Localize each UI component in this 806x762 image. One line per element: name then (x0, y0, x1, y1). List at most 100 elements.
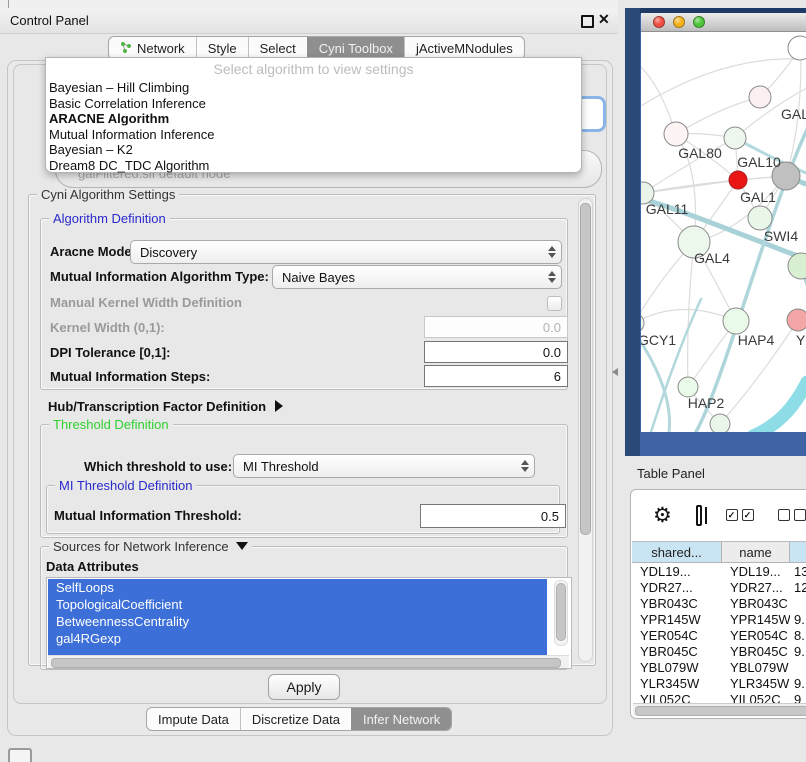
network-node[interactable] (788, 253, 806, 279)
tab-jactivemnodules[interactable]: jActiveMNodules (404, 37, 524, 59)
attribute-item-topologicalcoefficient[interactable]: TopologicalCoefficient (48, 596, 547, 613)
algorithm-option-bayesian-hill-climbing[interactable]: Bayesian – Hill Climbing (49, 80, 578, 96)
deselect-all-boxes-icon[interactable] (778, 509, 806, 521)
network-node[interactable] (723, 308, 749, 334)
settings-scrollbar-thumb[interactable] (580, 203, 591, 535)
close-traffic-light[interactable] (653, 16, 665, 28)
table-cell: YPR145W (632, 611, 722, 627)
aracne-mode-combo[interactable]: Discovery (130, 240, 562, 264)
tab-style[interactable]: Style (196, 37, 248, 59)
node-label: HAP2 (688, 395, 725, 411)
mode-tab-discretize-data[interactable]: Discretize Data (240, 708, 351, 730)
table-cell: YDR27... (632, 579, 722, 595)
table-row[interactable]: YER054CYER054C8. (632, 627, 806, 643)
algorithm-option-mutual-information-inference[interactable]: Mutual Information Inference (49, 127, 578, 143)
algorithm-option-bayesian-k2[interactable]: Bayesian – K2 (49, 142, 578, 158)
network-canvas[interactable]: GALGAL80GAL10GAL1GAL11SWI4GAL4GCY1HAP4YH… (641, 32, 806, 432)
attribute-item-gal4rgexp[interactable]: gal4RGexp (48, 630, 547, 647)
top-tick-divider (8, 0, 9, 8)
table-row[interactable]: YLR345WYLR345W9. (632, 675, 806, 691)
table-cell: 8. (790, 627, 806, 643)
dpi-tolerance-field[interactable]: 0.0 (424, 341, 568, 363)
kernel-width-field[interactable]: 0.0 (424, 316, 568, 338)
table-cell: YLR345W (632, 675, 722, 691)
table-cell (790, 595, 806, 611)
mode-tab-label: Discretize Data (252, 712, 340, 727)
node-label: GAL11 (646, 201, 689, 217)
close-icon[interactable]: ✕ (598, 11, 610, 28)
table-cell: 9. (790, 611, 806, 627)
network-node[interactable] (729, 171, 747, 189)
table-cell: YPR145W (722, 611, 790, 627)
network-window-titlebar[interactable] (641, 13, 806, 32)
network-node[interactable] (664, 122, 688, 146)
table-row[interactable]: YDL19...YDL19...13 (632, 563, 806, 579)
node-label: GAL10 (737, 154, 781, 170)
settings-scrollbar[interactable] (578, 198, 593, 662)
algorithm-options-list: Bayesian – Hill ClimbingBasic Correlatio… (49, 80, 578, 173)
network-node[interactable] (787, 309, 806, 331)
control-panel-titlebar (0, 9, 618, 34)
kernel-width-label: Kernel Width (0,1): (50, 320, 165, 335)
table-cell: YBL079W (722, 659, 790, 675)
manual-kernel-checkbox[interactable] (547, 296, 562, 311)
floating-panel-icon[interactable] (8, 748, 32, 762)
network-node[interactable] (724, 127, 746, 149)
stepper-arrows-icon (548, 271, 556, 283)
table-hscrollbar[interactable] (633, 703, 806, 716)
attribute-item-betweennesscentrality[interactable]: BetweennessCentrality (48, 613, 547, 630)
mi-threshold-field[interactable]: 0.5 (420, 504, 566, 528)
network-node[interactable] (749, 86, 771, 108)
application-root: Control Panel ✕ NetworkStyleSelectCyni T… (0, 0, 806, 762)
table-row[interactable]: YBR043CYBR043C (632, 595, 806, 611)
mode-tab-impute-data[interactable]: Impute Data (147, 708, 240, 730)
table-row[interactable]: YBL079WYBL079W (632, 659, 806, 675)
network-node[interactable] (748, 206, 772, 230)
column-header-shared[interactable]: shared... (632, 542, 722, 563)
hub-definition-toggle[interactable]: Hub/Transcription Factor Definition (48, 399, 283, 414)
attributes-vscrollbar-thumb[interactable] (556, 583, 566, 641)
table-cell: 9. (790, 675, 806, 691)
attributes-hscrollbar-thumb[interactable] (51, 658, 561, 668)
apply-button[interactable]: Apply (268, 674, 340, 700)
aracne-mode-label: Aracne Mode: (50, 244, 136, 259)
algorithm-option-aracne-algorithm[interactable]: ARACNE Algorithm (49, 111, 578, 127)
settings-gear-icon[interactable]: ⚙ (653, 505, 672, 526)
network-node[interactable] (641, 313, 644, 333)
top-strip (0, 0, 618, 9)
attribute-item-selfloops[interactable]: SelfLoops (48, 579, 547, 596)
tab-cyni-toolbox[interactable]: Cyni Toolbox (307, 37, 404, 59)
split-columns-icon[interactable] (696, 505, 702, 526)
table-row[interactable]: YPR145WYPR145W9. (632, 611, 806, 627)
data-attributes-label: Data Attributes (46, 559, 139, 574)
dpi-tolerance-label: DPI Tolerance [0,1]: (50, 345, 170, 360)
algorithm-option-dream8-dc-tdc-algorithm[interactable]: Dream8 DC_TDC Algorithm (49, 158, 578, 174)
float-panel-icon[interactable] (581, 15, 594, 28)
zoom-traffic-light[interactable] (693, 16, 705, 28)
tab-network[interactable]: Network (109, 37, 196, 59)
column-header-blank[interactable] (790, 542, 806, 563)
network-node[interactable] (678, 377, 698, 397)
attributes-vscrollbar[interactable] (554, 580, 568, 646)
table-row[interactable]: YDR27...YDR27...12 (632, 579, 806, 595)
mi-type-combo[interactable]: Naive Bayes (272, 265, 562, 289)
which-threshold-combo[interactable]: MI Threshold (233, 454, 535, 478)
column-header-name[interactable]: name (722, 542, 790, 563)
mode-tab-infer-network[interactable]: Infer Network (351, 708, 451, 730)
tab-select[interactable]: Select (248, 37, 307, 59)
splitpane-collapse-icon[interactable] (612, 368, 618, 376)
mi-steps-field[interactable]: 6 (424, 365, 568, 387)
network-edge (641, 59, 803, 109)
which-threshold-value: MI Threshold (234, 459, 319, 474)
table-row[interactable]: YBR045CYBR045C9. (632, 643, 806, 659)
table-hscrollbar-thumb[interactable] (635, 706, 806, 716)
sources-toggle[interactable]: Sources for Network Inference (49, 539, 252, 554)
algorithm-option-basic-correlation-inference[interactable]: Basic Correlation Inference (49, 96, 578, 112)
table-cell: YDL19... (632, 563, 722, 579)
attributes-hscrollbar[interactable] (48, 655, 569, 668)
mi-threshold-label: Mutual Information Threshold: (54, 508, 242, 523)
select-all-checks-icon[interactable]: ✓✓ (726, 509, 754, 521)
minimize-traffic-light[interactable] (673, 16, 685, 28)
network-node[interactable] (788, 36, 806, 60)
network-node[interactable] (710, 414, 730, 432)
